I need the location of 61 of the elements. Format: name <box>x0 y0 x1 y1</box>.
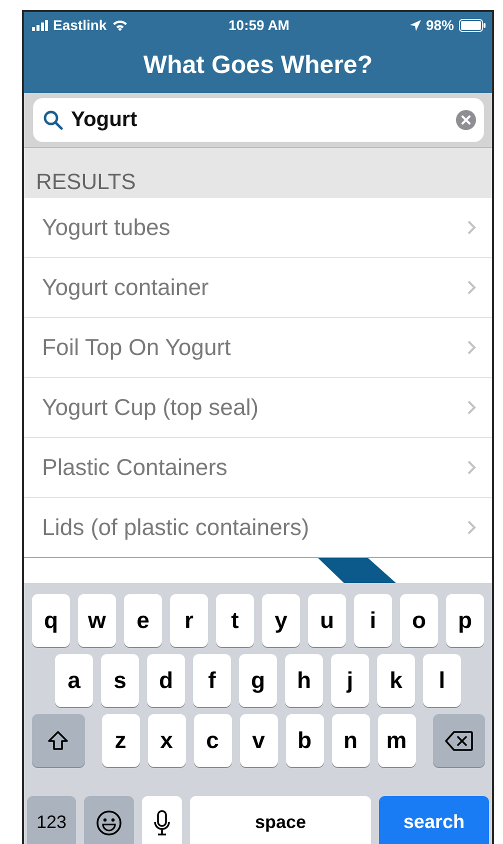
key[interactable]: s <box>101 654 139 707</box>
wifi-icon <box>112 19 128 31</box>
shift-key[interactable] <box>32 714 84 767</box>
key[interactable]: o <box>400 594 438 647</box>
chevron-icon <box>467 460 476 475</box>
key[interactable]: r <box>170 594 208 647</box>
key[interactable]: i <box>354 594 392 647</box>
key[interactable]: x <box>148 714 186 767</box>
dictation-key[interactable] <box>142 796 182 844</box>
chevron-icon <box>467 220 476 235</box>
space-key[interactable]: space <box>190 796 371 844</box>
key[interactable]: t <box>216 594 254 647</box>
result-label: Foil Top On Yogurt <box>42 334 231 361</box>
shift-icon <box>47 730 69 752</box>
key[interactable]: d <box>147 654 185 707</box>
result-label: Plastic Containers <box>42 454 228 481</box>
key[interactable]: m <box>378 714 416 767</box>
result-label: Yogurt Cup (top seal) <box>42 394 259 421</box>
emoji-key[interactable] <box>84 796 134 844</box>
key[interactable]: l <box>423 654 461 707</box>
screen-title: What Goes Where? <box>143 51 373 80</box>
key[interactable]: v <box>240 714 278 767</box>
key[interactable]: e <box>124 594 162 647</box>
key[interactable]: p <box>446 594 484 647</box>
key[interactable]: n <box>332 714 370 767</box>
chevron-icon <box>467 280 476 295</box>
chevron-icon <box>467 520 476 535</box>
key[interactable]: j <box>331 654 369 707</box>
key[interactable]: u <box>308 594 346 647</box>
key[interactable]: w <box>78 594 116 647</box>
search-field[interactable]: Yogurt <box>33 98 484 142</box>
clear-icon[interactable] <box>456 110 476 130</box>
key[interactable]: f <box>193 654 231 707</box>
result-label: Lids (of plastic containers) <box>42 514 310 541</box>
key[interactable]: g <box>239 654 277 707</box>
key[interactable]: y <box>262 594 300 647</box>
signal-icon <box>32 20 48 30</box>
smiley-icon <box>96 810 122 836</box>
search-key[interactable]: search <box>379 796 489 844</box>
status-time: 10:59 AM <box>228 17 290 33</box>
key[interactable]: q <box>32 594 70 647</box>
result-label: Yogurt container <box>42 274 209 301</box>
backspace-icon <box>444 730 472 750</box>
result-label: Yogurt tubes <box>42 214 170 241</box>
key[interactable]: k <box>377 654 415 707</box>
numbers-key[interactable]: 123 <box>27 796 76 844</box>
key[interactable]: c <box>194 714 232 767</box>
carrier-name: Eastlink <box>53 17 107 33</box>
chevron-icon <box>467 340 476 355</box>
key[interactable]: z <box>102 714 140 767</box>
battery-percent: 98% <box>426 17 454 33</box>
battery-icon <box>458 18 486 32</box>
section-title: RESULTS <box>35 169 136 196</box>
microphone-icon <box>154 810 170 836</box>
key[interactable]: a <box>55 654 93 707</box>
search-icon <box>43 110 63 130</box>
location-arrow-icon <box>410 20 421 30</box>
chevron-icon <box>467 400 476 415</box>
delete-key[interactable] <box>432 714 484 767</box>
key[interactable]: h <box>285 654 323 707</box>
key[interactable]: b <box>286 714 324 767</box>
